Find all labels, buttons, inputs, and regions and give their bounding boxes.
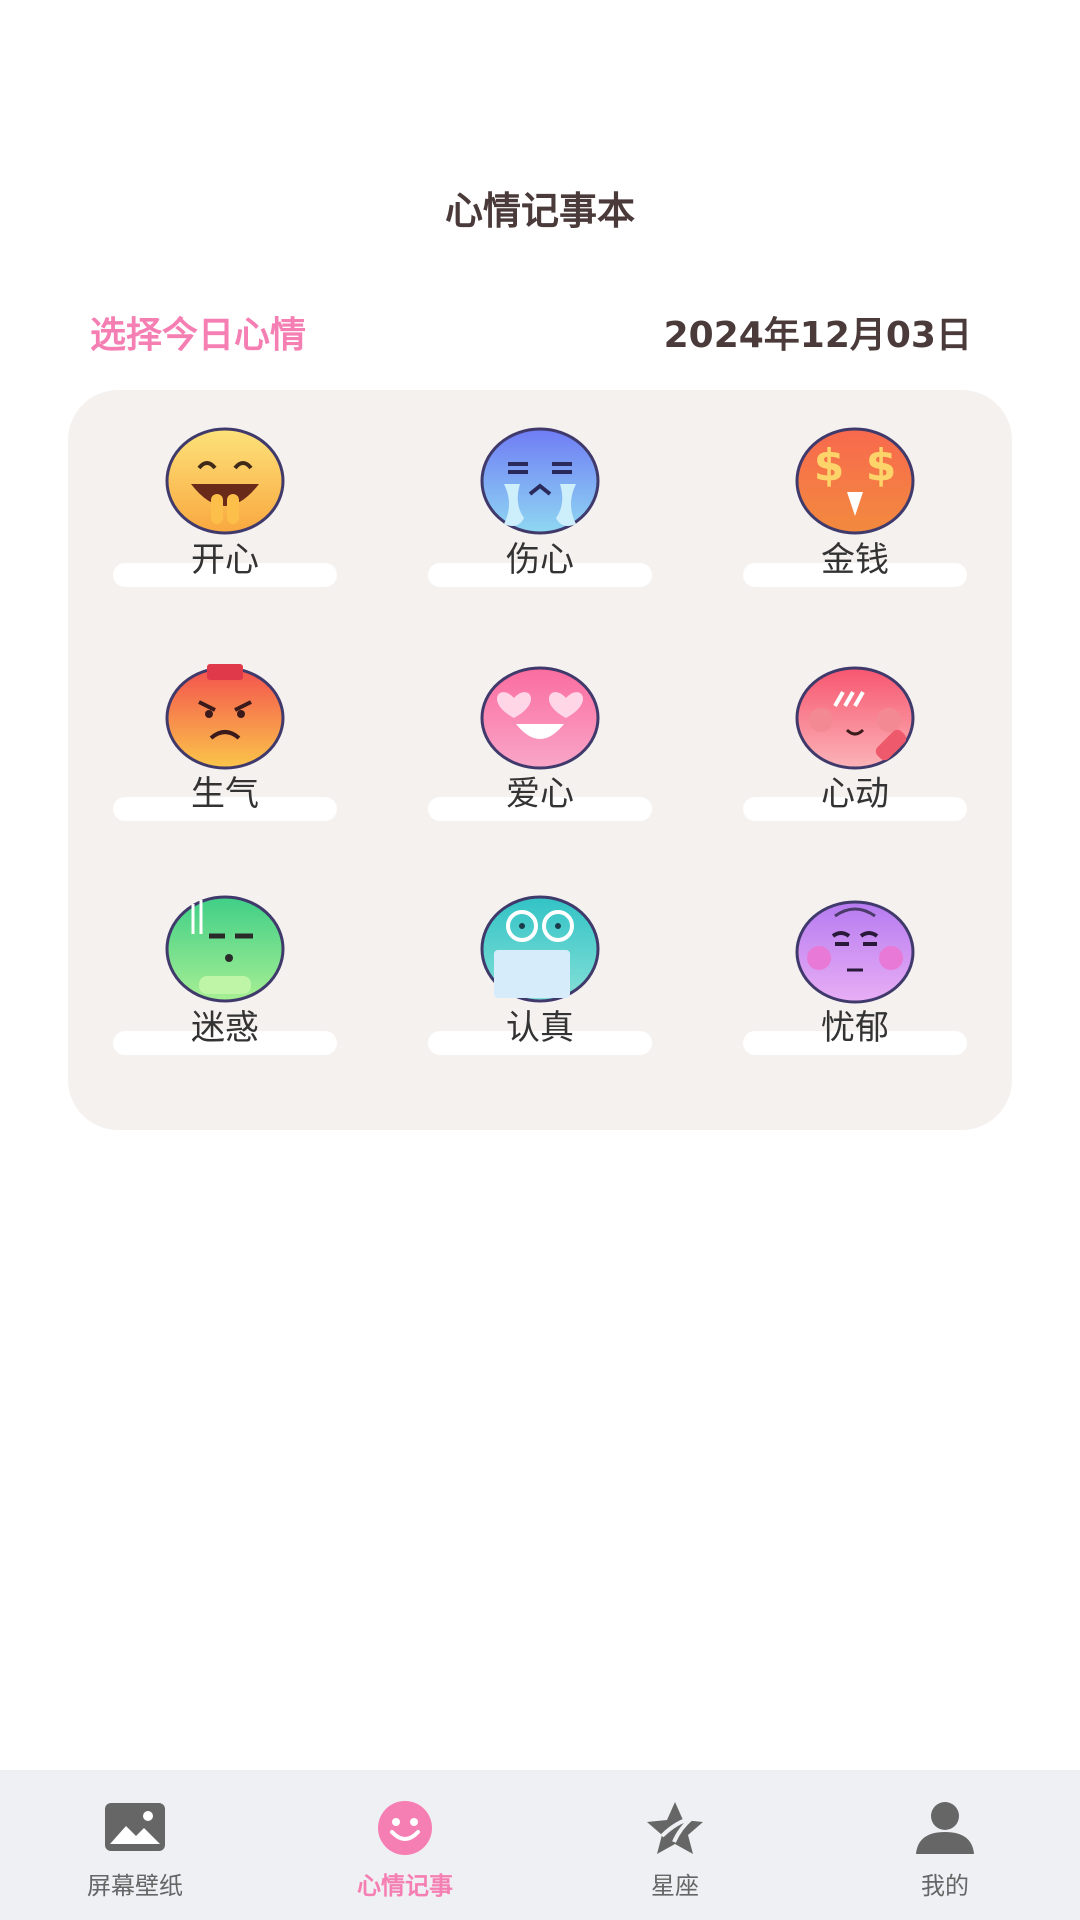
tab-horoscope[interactable]: 星座 [540, 1770, 810, 1920]
angry-face-icon [165, 664, 285, 770]
confused-face-icon [165, 895, 285, 1003]
mood-label: 开心 [191, 540, 259, 580]
crying-face-icon [480, 427, 600, 535]
mood-item-confused[interactable]: 迷惑 [113, 858, 337, 1055]
melancholy-face-icon [795, 900, 915, 1004]
svg-text:$: $ [814, 440, 845, 491]
mood-item-sad[interactable]: 伤心 [428, 390, 652, 587]
mood-item-melancholy[interactable]: 忧郁 [743, 858, 967, 1055]
mood-item-angry[interactable]: 生气 [113, 624, 337, 821]
mood-label: 金钱 [821, 540, 889, 580]
blushing-face-icon [795, 666, 915, 770]
tab-label: 我的 [921, 1872, 969, 1900]
mood-label: 生气 [191, 774, 259, 814]
mood-item-crush[interactable]: 心动 [743, 624, 967, 821]
mood-label: 爱心 [506, 774, 574, 814]
tab-label: 屏幕壁纸 [87, 1872, 183, 1900]
mood-item-money[interactable]: $ $ 金钱 [743, 390, 967, 587]
mood-item-love[interactable]: 爱心 [428, 624, 652, 821]
mood-label: 心动 [821, 774, 889, 814]
tab-label: 星座 [651, 1872, 699, 1900]
mood-journal-screen: 心情记事本 选择今日心情 2024年12月03日 开心 伤心 $ $ 金钱 生气… [0, 0, 1080, 1920]
mood-label: 忧郁 [821, 1008, 889, 1048]
mood-item-serious[interactable]: 认真 [428, 858, 652, 1055]
mood-label: 认真 [506, 1008, 574, 1048]
mood-item-happy[interactable]: 开心 [113, 390, 337, 587]
mood-sub-header: 选择今日心情 2024年12月03日 [90, 306, 972, 358]
user-icon [916, 1802, 974, 1854]
smiley-icon [378, 1801, 432, 1855]
tab-label: 心情记事 [357, 1872, 453, 1900]
star-icon [647, 1802, 703, 1854]
serious-face-icon [480, 895, 600, 1003]
mood-label: 伤心 [506, 540, 574, 580]
page-title: 心情记事本 [444, 189, 635, 233]
date-label[interactable]: 2024年12月03日 [664, 306, 972, 358]
svg-text:$: $ [866, 440, 897, 491]
mood-grid-card: 开心 伤心 $ $ 金钱 生气 爱心 心动 迷惑 认真 忧郁 [68, 390, 1012, 1130]
mood-label: 迷惑 [191, 1008, 259, 1048]
wallpaper-icon [105, 1803, 165, 1851]
tab-mood-journal[interactable]: 心情记事 [270, 1770, 540, 1920]
select-mood-label: 选择今日心情 [90, 315, 307, 356]
happy-face-icon [165, 427, 285, 535]
tab-profile[interactable]: 我的 [810, 1770, 1080, 1920]
money-eyes-face-icon: $ $ [795, 427, 915, 535]
bottom-tab-bar: 屏幕壁纸 心情记事 星座 我的 [0, 1770, 1080, 1920]
tab-wallpaper[interactable]: 屏幕壁纸 [0, 1770, 270, 1920]
heart-eyes-face-icon [480, 666, 600, 770]
